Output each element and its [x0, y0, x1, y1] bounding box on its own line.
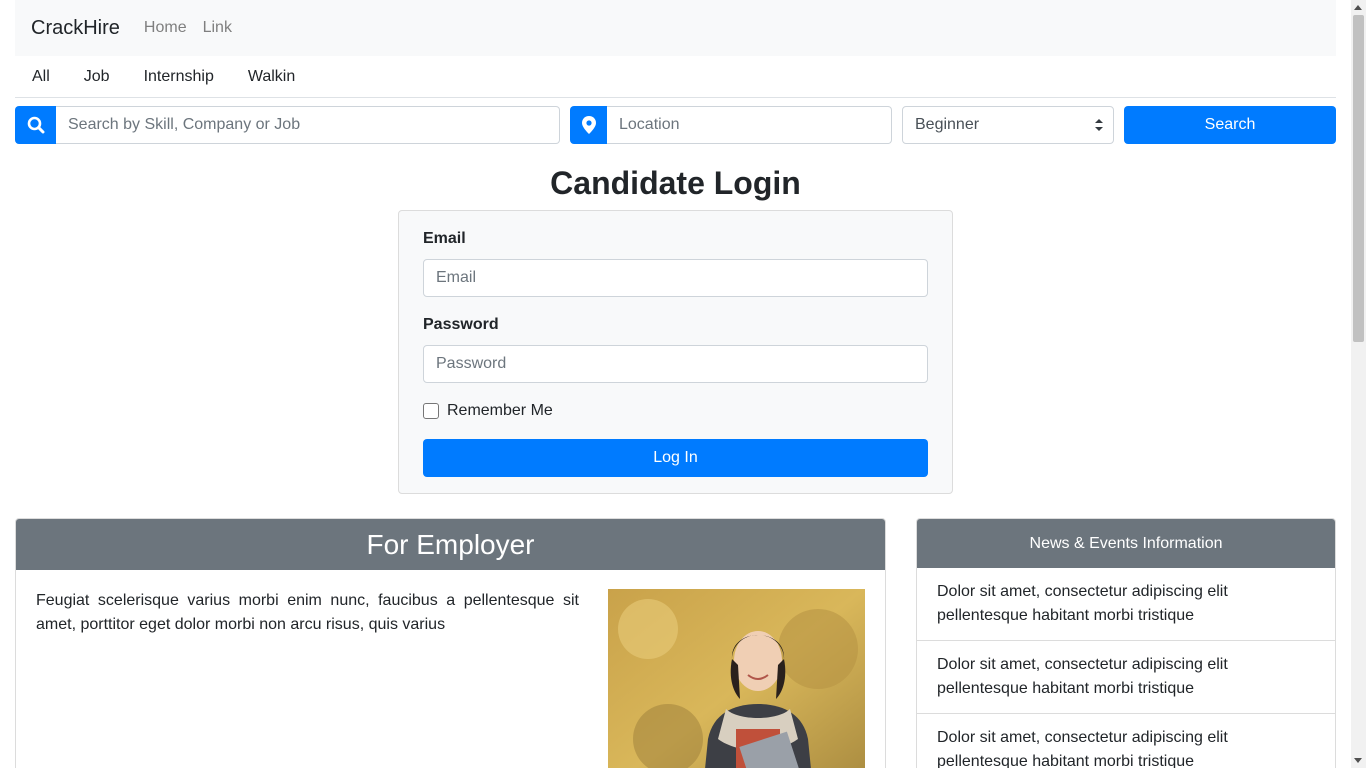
- keyword-search-input[interactable]: Search by Skill, Company or Job: [56, 106, 560, 144]
- location-icon-addon: [570, 106, 607, 144]
- password-field[interactable]: Password: [423, 345, 928, 383]
- login-button[interactable]: Log In: [423, 439, 928, 477]
- password-label: Password: [423, 316, 499, 333]
- news-events-card: News & Events Information Dolor sit amet…: [916, 518, 1336, 768]
- navbar: CrackHire Home Link: [15, 0, 1336, 56]
- search-icon-addon: [15, 106, 56, 144]
- map-marker-icon: [581, 116, 596, 134]
- remember-me: Remember Me: [423, 402, 553, 420]
- category-tab-job[interactable]: Job: [84, 68, 110, 86]
- page-scrollbar[interactable]: [1351, 0, 1366, 768]
- employer-description: Feugiat scelerisque varius morbi enim nu…: [36, 592, 579, 633]
- scrollbar-thumb[interactable]: [1353, 15, 1364, 342]
- brand-logo[interactable]: CrackHire: [31, 17, 120, 40]
- category-tab-all[interactable]: All: [32, 68, 50, 86]
- nav-link-link[interactable]: Link: [203, 19, 232, 37]
- login-title: Candidate Login: [550, 165, 801, 201]
- remember-me-checkbox[interactable]: [423, 403, 439, 419]
- news-item[interactable]: Dolor sit amet, consectetur adipiscing e…: [917, 714, 1335, 768]
- login-form: Email Email Password Password Remember M…: [398, 210, 953, 494]
- email-field[interactable]: Email: [423, 259, 928, 297]
- remember-me-label[interactable]: Remember Me: [447, 402, 553, 420]
- category-tab-internship[interactable]: Internship: [144, 68, 214, 86]
- employer-photo: [608, 589, 865, 768]
- nav-link-home[interactable]: Home: [144, 19, 187, 37]
- news-item[interactable]: Dolor sit amet, consectetur adipiscing e…: [917, 641, 1335, 714]
- search-bar: Search by Skill, Company or Job Location…: [15, 106, 1336, 144]
- page-container: CrackHire Home Link All Job Internship W…: [15, 0, 1336, 768]
- news-item[interactable]: Dolor sit amet, consectetur adipiscing e…: [917, 568, 1335, 641]
- select-caret-icon: [1095, 119, 1103, 131]
- employer-card: For Employer Feugiat scelerisque varius …: [15, 518, 886, 768]
- level-select[interactable]: Beginner: [902, 106, 1114, 144]
- category-tabs: All Job Internship Walkin: [15, 56, 1336, 98]
- employer-card-title: For Employer: [16, 519, 885, 570]
- category-tab-walkin[interactable]: Walkin: [248, 68, 295, 86]
- email-label: Email: [423, 230, 466, 247]
- search-button[interactable]: Search: [1124, 106, 1336, 144]
- level-select-value: Beginner: [915, 116, 980, 133]
- news-card-title: News & Events Information: [917, 519, 1335, 568]
- scroll-down-arrow-icon[interactable]: [1354, 758, 1362, 763]
- location-input[interactable]: Location: [607, 106, 892, 144]
- scroll-up-arrow-icon[interactable]: [1354, 5, 1362, 10]
- search-icon: [27, 116, 44, 134]
